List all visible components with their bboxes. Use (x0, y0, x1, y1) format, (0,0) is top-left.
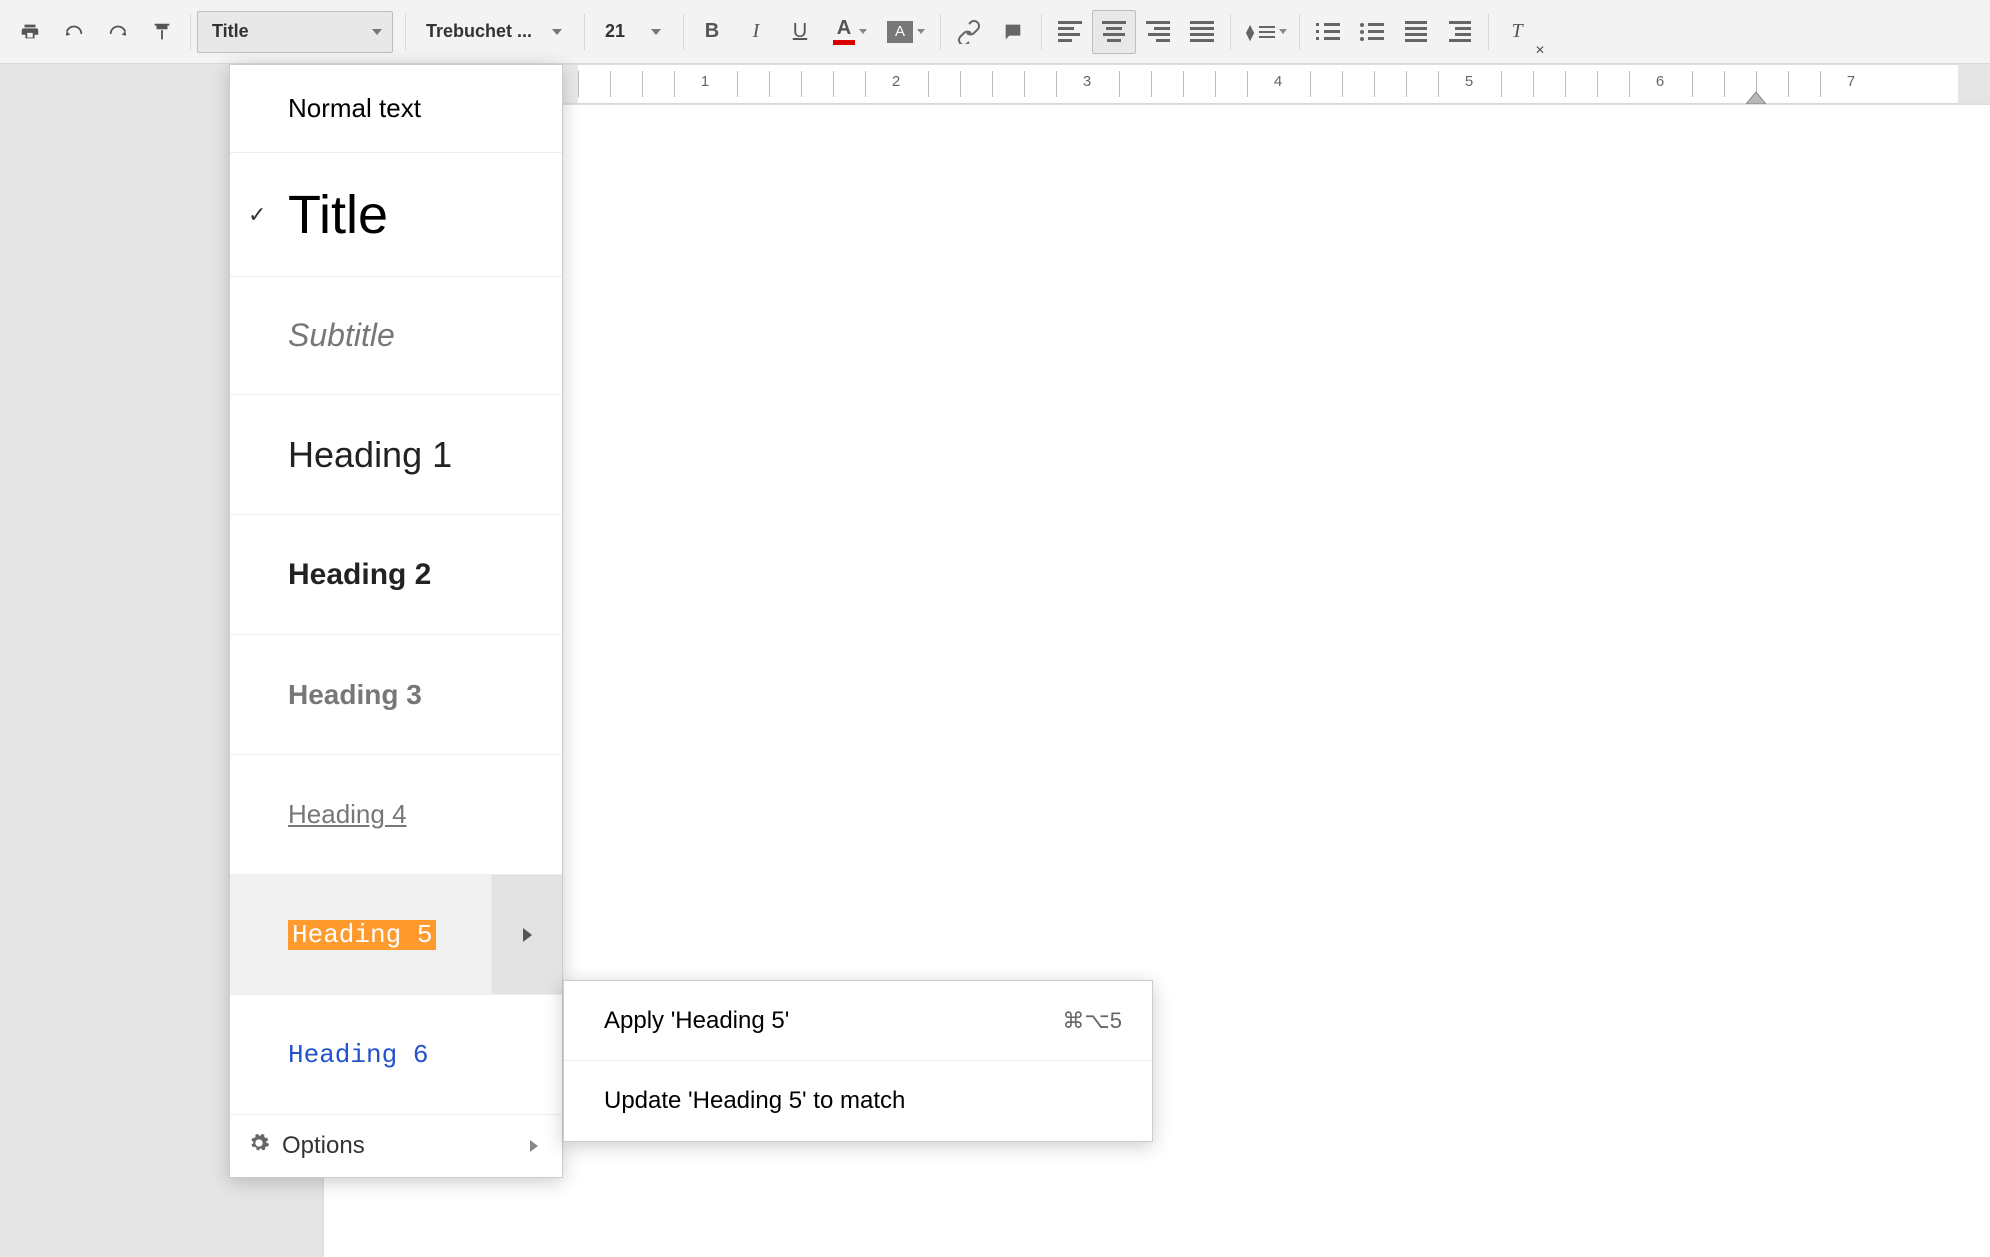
gear-icon (248, 1132, 270, 1161)
increase-indent-button[interactable] (1438, 10, 1482, 54)
italic-button[interactable]: I (734, 10, 778, 54)
style-label: Normal text (288, 93, 421, 124)
style-label: Subtitle (288, 317, 395, 354)
toolbar-separator (405, 14, 406, 50)
submenu-update-heading5[interactable]: Update 'Heading 5' to match (564, 1061, 1152, 1141)
style-item-heading6[interactable]: Heading 6 (230, 995, 562, 1115)
ruler-tick-3: 3 (1083, 73, 1091, 90)
check-icon: ✓ (248, 202, 266, 228)
paragraph-style-label: Title (212, 21, 249, 42)
style-item-heading5[interactable]: Heading 5 (230, 875, 562, 995)
font-label: Trebuchet ... (426, 21, 532, 42)
highlight-icon: A (887, 21, 913, 43)
ruler-tick-5: 5 (1465, 73, 1473, 90)
redo-button[interactable] (96, 10, 140, 54)
text-color-button[interactable]: A (822, 10, 878, 54)
toolbar-separator (1299, 14, 1300, 50)
toolbar: Title Trebuchet ... 21 B I U A A (0, 0, 1990, 64)
toolbar-separator (683, 14, 684, 50)
keyboard-shortcut: ⌘⌥5 (1062, 1008, 1122, 1034)
style-label: Heading 2 (288, 558, 431, 592)
ruler-tick-7: 7 (1847, 73, 1855, 90)
style-label: Heading 4 (288, 799, 407, 830)
submenu-apply-heading5[interactable]: Apply 'Heading 5' ⌘⌥5 (564, 981, 1152, 1061)
style-item-title[interactable]: ✓ Title (230, 153, 562, 277)
chevron-down-icon (651, 29, 661, 35)
heading5-submenu: Apply 'Heading 5' ⌘⌥5 Update 'Heading 5'… (563, 980, 1153, 1142)
options-label: Options (282, 1132, 365, 1160)
ruler-tick-4: 4 (1274, 73, 1282, 90)
bulleted-list-button[interactable] (1350, 10, 1394, 54)
style-label: Heading 3 (288, 679, 422, 711)
undo-button[interactable] (52, 10, 96, 54)
horizontal-ruler[interactable]: 1 2 3 4 5 6 7 (323, 64, 1958, 104)
font-combo[interactable]: Trebuchet ... (412, 11, 572, 53)
styles-options-item[interactable]: Options (230, 1115, 562, 1177)
toolbar-separator (1488, 14, 1489, 50)
chevron-down-icon (917, 29, 925, 34)
chevron-down-icon (372, 29, 382, 35)
bold-button[interactable]: B (690, 10, 734, 54)
chevron-down-icon (859, 29, 867, 34)
font-size-combo[interactable]: 21 (591, 11, 671, 53)
toolbar-separator (584, 14, 585, 50)
submenu-arrow-icon[interactable] (492, 875, 562, 994)
toolbar-separator (190, 14, 191, 50)
toolbar-separator (940, 14, 941, 50)
chevron-down-icon (1279, 29, 1287, 34)
style-label: Heading 5 (288, 920, 436, 950)
submenu-label: Update 'Heading 5' to match (604, 1087, 905, 1115)
style-label: Heading 1 (288, 434, 452, 476)
toolbar-separator (1230, 14, 1231, 50)
align-center-button[interactable] (1092, 10, 1136, 54)
style-item-heading4[interactable]: Heading 4 (230, 755, 562, 875)
style-label: Title (288, 184, 388, 246)
submenu-label: Apply 'Heading 5' (604, 1007, 789, 1035)
print-button[interactable] (8, 10, 52, 54)
highlight-color-button[interactable]: A (878, 10, 934, 54)
chevron-right-icon (530, 1140, 538, 1152)
style-label: Heading 6 (288, 1040, 428, 1070)
style-item-normal[interactable]: Normal text (230, 65, 562, 153)
style-item-subtitle[interactable]: Subtitle (230, 277, 562, 395)
ruler-tick-1: 1 (701, 73, 709, 90)
align-right-button[interactable] (1136, 10, 1180, 54)
ruler-tick-2: 2 (892, 73, 900, 90)
toolbar-separator (1041, 14, 1042, 50)
line-spacing-button[interactable]: ▲▼ (1237, 10, 1293, 54)
style-item-heading2[interactable]: Heading 2 (230, 515, 562, 635)
paragraph-style-combo[interactable]: Title (197, 11, 393, 53)
style-item-heading3[interactable]: Heading 3 (230, 635, 562, 755)
style-item-heading1[interactable]: Heading 1 (230, 395, 562, 515)
clear-formatting-button[interactable]: T✕ (1495, 10, 1539, 54)
chevron-down-icon (552, 29, 562, 35)
insert-comment-button[interactable] (991, 10, 1035, 54)
paint-format-button[interactable] (140, 10, 184, 54)
ruler-tick-6: 6 (1656, 73, 1664, 90)
numbered-list-button[interactable] (1306, 10, 1350, 54)
paragraph-styles-menu: Normal text ✓ Title Subtitle Heading 1 H… (229, 64, 563, 1178)
align-left-button[interactable] (1048, 10, 1092, 54)
font-size-label: 21 (605, 21, 625, 42)
underline-button[interactable]: U (778, 10, 822, 54)
insert-link-button[interactable] (947, 10, 991, 54)
right-indent-marker[interactable] (1746, 90, 1766, 104)
align-justify-button[interactable] (1180, 10, 1224, 54)
decrease-indent-button[interactable] (1394, 10, 1438, 54)
